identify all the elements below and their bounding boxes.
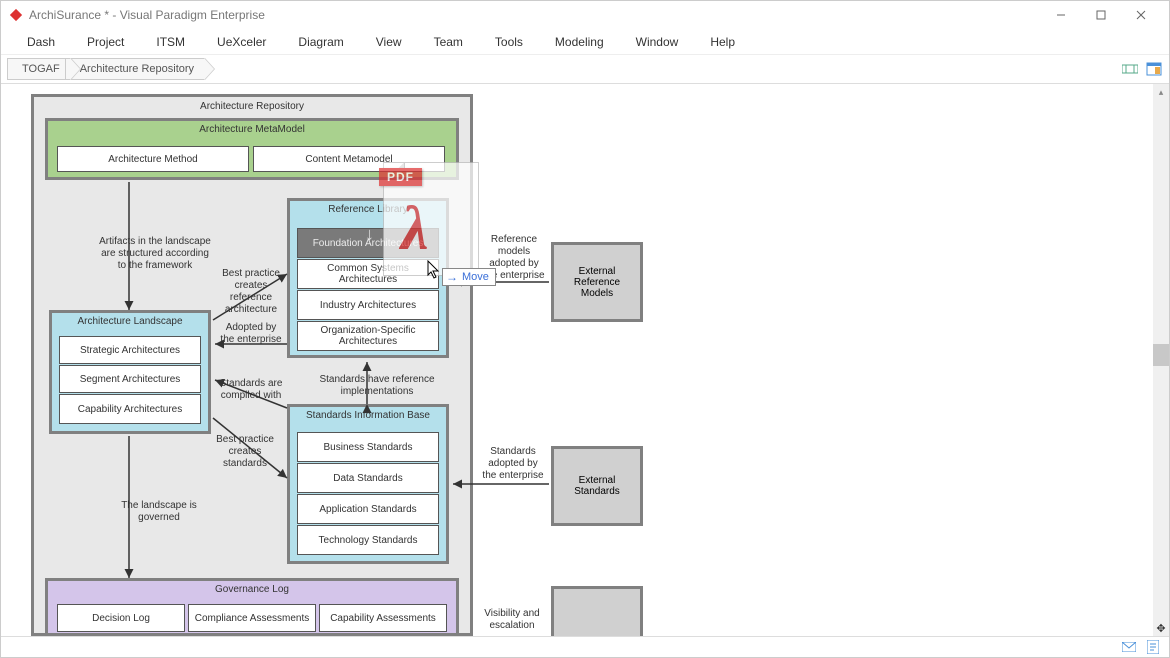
cell-decision-log[interactable]: Decision Log (57, 604, 185, 632)
box-label: External Standards (558, 475, 636, 497)
menu-itsm[interactable]: ITSM (140, 31, 201, 53)
pdf-glyph-icon: λ (401, 194, 429, 265)
scroll-up-icon[interactable]: ▴ (1153, 84, 1169, 100)
cell-strategic-architectures[interactable]: Strategic Architectures (59, 336, 201, 364)
canvas-wrap: Architecture Repository Architecture Met… (1, 83, 1169, 637)
panel-icon[interactable] (1145, 60, 1163, 78)
cursor-icon (427, 260, 441, 280)
box-title: Standards Information Base (290, 407, 446, 424)
mail-icon[interactable] (1121, 639, 1137, 655)
label-artifacts: Artifacts in the landscape are structure… (97, 236, 213, 272)
cell-data-standards[interactable]: Data Standards (297, 463, 439, 493)
label-std-have-ref: Standards have reference implementations (317, 374, 437, 398)
breadcrumb-label: Architecture Repository (80, 63, 194, 75)
move-arrow-icon: → (446, 270, 458, 284)
statusbar (1, 637, 1169, 657)
cell-capability-architectures[interactable]: Capability Architectures (59, 394, 201, 424)
cell-segment-architectures[interactable]: Segment Architectures (59, 365, 201, 393)
cell-business-standards[interactable]: Business Standards (297, 432, 439, 462)
diagram-canvas[interactable]: Architecture Repository Architecture Met… (1, 84, 1169, 636)
cell-architecture-method[interactable]: Architecture Method (57, 146, 249, 172)
box-external-cropped[interactable] (551, 586, 643, 637)
app-logo-icon (9, 8, 23, 22)
titlebar: ArchiSurance * - Visual Paradigm Enterpr… (1, 1, 1169, 29)
breadcrumb-archrepo[interactable]: Architecture Repository (65, 58, 205, 80)
minimize-button[interactable] (1041, 1, 1081, 29)
menu-dash[interactable]: Dash (11, 31, 71, 53)
download-arrow-icon: ↓ (365, 224, 374, 245)
menu-view[interactable]: View (360, 31, 418, 53)
menu-tools[interactable]: Tools (479, 31, 539, 53)
box-label: External Reference Models (558, 266, 636, 299)
menu-project[interactable]: Project (71, 31, 140, 53)
menu-help[interactable]: Help (694, 31, 751, 53)
label-adopted: Adopted by the enterprise (219, 322, 283, 346)
label-bestpractice-std: Best practice creates standards (207, 434, 283, 470)
note-icon[interactable] (1145, 639, 1161, 655)
label-landscape-gov: The landscape is governed (119, 500, 199, 524)
label-std-adopted: Standards adopted by the enterprise (481, 446, 545, 482)
box-title: Architecture MetaModel (48, 121, 456, 138)
menubar: Dash Project ITSM UeXceler Diagram View … (1, 29, 1169, 55)
vertical-scrollbar[interactable]: ▴ ▾ (1153, 84, 1169, 636)
box-title: Architecture Repository (34, 97, 470, 116)
drag-tooltip-label: Move (462, 271, 489, 283)
label-visibility: Visibility and escalation (481, 608, 543, 632)
cell-technology-standards[interactable]: Technology Standards (297, 525, 439, 555)
menu-window[interactable]: Window (620, 31, 695, 53)
breadcrumb-label: TOGAF (22, 63, 60, 75)
maximize-button[interactable] (1081, 1, 1121, 29)
label-std-compiled: Standards are compiled with (219, 378, 283, 402)
cell-compliance-assessments[interactable]: Compliance Assessments (188, 604, 316, 632)
scroll-thumb[interactable] (1153, 344, 1169, 366)
window-title: ArchiSurance * - Visual Paradigm Enterpr… (29, 8, 265, 22)
cell-organization-specific-architectures[interactable]: Organization-Specific Architectures (297, 321, 439, 351)
breadcrumb: TOGAF Architecture Repository (1, 55, 1169, 83)
close-button[interactable] (1121, 1, 1161, 29)
resize-handle-icon[interactable]: ✥ (1153, 620, 1169, 636)
drag-tooltip: → Move (442, 268, 496, 286)
cell-industry-architectures[interactable]: Industry Architectures (297, 290, 439, 320)
overview-icon[interactable] (1121, 60, 1139, 78)
label-bestpractice-ref: Best practice creates reference architec… (219, 268, 283, 316)
cell-application-standards[interactable]: Application Standards (297, 494, 439, 524)
menu-uexceler[interactable]: UeXceler (201, 31, 282, 53)
box-title: Governance Log (48, 581, 456, 598)
cell-capability-assessments[interactable]: Capability Assessments (319, 604, 447, 632)
breadcrumb-togaf[interactable]: TOGAF (7, 58, 71, 80)
menu-modeling[interactable]: Modeling (539, 31, 620, 53)
box-title: Architecture Landscape (52, 313, 208, 330)
box-external-reference-models[interactable]: External Reference Models (551, 242, 643, 322)
box-external-standards[interactable]: External Standards (551, 446, 643, 526)
pdf-drag-preview: PDF λ ↓ (383, 162, 479, 276)
menu-diagram[interactable]: Diagram (282, 31, 359, 53)
menu-team[interactable]: Team (418, 31, 479, 53)
pdf-badge: PDF (379, 168, 422, 186)
